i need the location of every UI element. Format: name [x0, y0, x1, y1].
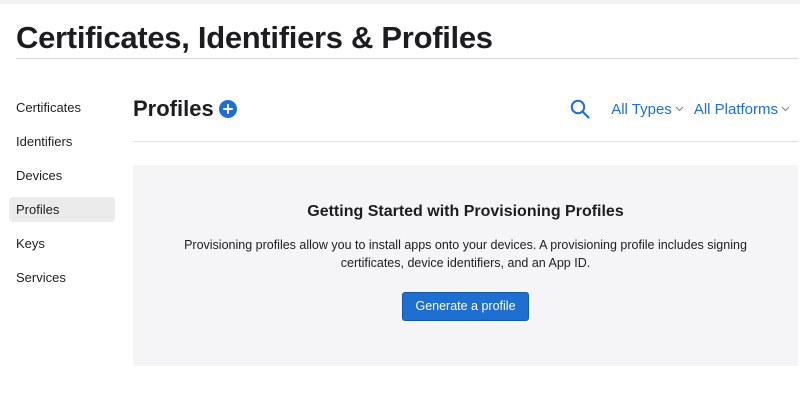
sidebar-item-services[interactable]: Services: [9, 265, 115, 290]
section-title: Profiles: [133, 96, 214, 121]
types-filter-dropdown[interactable]: All Types: [611, 101, 684, 118]
sidebar-item-certificates[interactable]: Certificates: [9, 95, 115, 120]
generate-profile-button[interactable]: Generate a profile: [402, 292, 529, 321]
page-title: Certificates, Identifiers & Profiles: [16, 20, 493, 55]
plus-icon: [222, 104, 233, 114]
add-profile-button[interactable]: [218, 100, 237, 118]
sidebar-nav: Certificates Identifiers Devices Profile…: [9, 95, 115, 299]
chevron-down-icon: [675, 106, 684, 112]
platforms-filter-dropdown[interactable]: All Platforms: [694, 101, 790, 118]
search-button[interactable]: [569, 98, 591, 120]
section-divider: [133, 141, 798, 142]
types-filter-label: All Types: [611, 100, 672, 118]
platforms-filter-label: All Platforms: [693, 100, 778, 118]
section-header: Profiles: [133, 94, 237, 124]
empty-state-description: Provisioning profiles allow you to insta…: [184, 238, 747, 270]
title-divider: [16, 58, 798, 59]
sidebar-item-profiles[interactable]: Profiles: [9, 197, 115, 222]
sidebar-item-devices[interactable]: Devices: [9, 163, 115, 188]
empty-state-title: Getting Started with Provisioning Profil…: [307, 203, 624, 220]
chevron-down-icon: [781, 106, 790, 112]
top-strip: [0, 0, 800, 4]
sidebar-item-keys[interactable]: Keys: [9, 231, 115, 256]
sidebar-item-identifiers[interactable]: Identifiers: [9, 129, 115, 154]
search-icon: [571, 99, 590, 119]
filter-bar: All Types All Platforms: [569, 96, 790, 122]
empty-state-card: Getting Started with Provisioning Profil…: [133, 165, 798, 366]
